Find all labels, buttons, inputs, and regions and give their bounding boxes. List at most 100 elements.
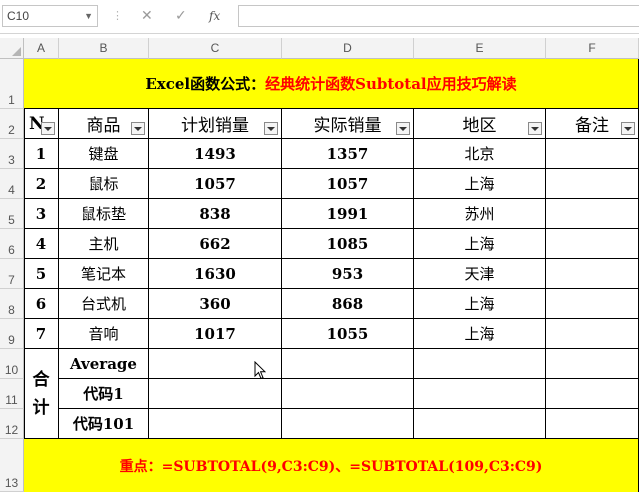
column-header-f[interactable]: F bbox=[546, 38, 639, 59]
row-header-12[interactable]: 12 bbox=[0, 409, 24, 439]
header-region[interactable]: 地区 bbox=[414, 109, 546, 139]
cell-e3[interactable]: 北京 bbox=[414, 139, 546, 169]
cell-d7[interactable]: 953 bbox=[282, 259, 414, 289]
cell-f6[interactable] bbox=[546, 229, 639, 259]
row-header-5[interactable]: 5 bbox=[0, 199, 24, 229]
cell-e7[interactable]: 天津 bbox=[414, 259, 546, 289]
cell-e11[interactable] bbox=[414, 379, 546, 409]
cell-f5[interactable] bbox=[546, 199, 639, 229]
cell-d11[interactable] bbox=[282, 379, 414, 409]
cell-f7[interactable] bbox=[546, 259, 639, 289]
cell-a8[interactable]: 6 bbox=[24, 289, 59, 319]
cell-b11[interactable]: 代码1 bbox=[59, 379, 149, 409]
cell-e12[interactable] bbox=[414, 409, 546, 439]
title-cell[interactable]: Excel函数公式：经典统计函数Subtotal应用技巧解读 bbox=[24, 59, 639, 109]
cell-c6[interactable]: 662 bbox=[149, 229, 282, 259]
header-notes[interactable]: 备注 bbox=[546, 109, 639, 139]
cell-f3[interactable] bbox=[546, 139, 639, 169]
row-header-10[interactable]: 10 bbox=[0, 349, 24, 379]
row-header-4[interactable]: 4 bbox=[0, 169, 24, 199]
formula-input[interactable] bbox=[238, 5, 639, 27]
header-product[interactable]: 商品 bbox=[59, 109, 149, 139]
note-cell[interactable]: 重点：=SUBTOTAL(9,C3:C9)、=SUBTOTAL(109,C3:C… bbox=[24, 439, 639, 492]
cell-a6[interactable]: 4 bbox=[24, 229, 59, 259]
insert-function-icon[interactable]: fx bbox=[209, 7, 220, 25]
cell-b12[interactable]: 代码101 bbox=[59, 409, 149, 439]
row-header-6[interactable]: 6 bbox=[0, 229, 24, 259]
cell-c3[interactable]: 1493 bbox=[149, 139, 282, 169]
filter-dropdown-icon[interactable] bbox=[396, 122, 410, 135]
cell-b8[interactable]: 台式机 bbox=[59, 289, 149, 319]
cell-b5[interactable]: 鼠标垫 bbox=[59, 199, 149, 229]
cell-a4[interactable]: 2 bbox=[24, 169, 59, 199]
filter-dropdown-icon[interactable] bbox=[131, 122, 145, 135]
cell-c11[interactable] bbox=[149, 379, 282, 409]
cell-f12[interactable] bbox=[546, 409, 639, 439]
column-header-b[interactable]: B bbox=[59, 38, 149, 59]
cancel-icon[interactable]: ✕ bbox=[141, 7, 153, 25]
enter-icon[interactable]: ✓ bbox=[175, 7, 187, 25]
row-header-9[interactable]: 9 bbox=[0, 319, 24, 349]
row-header-13[interactable]: 13 bbox=[0, 439, 24, 492]
cell-e10[interactable] bbox=[414, 349, 546, 379]
cell-b3[interactable]: 键盘 bbox=[59, 139, 149, 169]
row-header-7[interactable]: 7 bbox=[0, 259, 24, 289]
filter-dropdown-icon[interactable] bbox=[264, 122, 278, 135]
cell-d12[interactable] bbox=[282, 409, 414, 439]
cell-d8[interactable]: 868 bbox=[282, 289, 414, 319]
cell-c9[interactable]: 1017 bbox=[149, 319, 282, 349]
header-n[interactable]: N bbox=[24, 109, 59, 139]
header-actual[interactable]: 实际销量 bbox=[282, 109, 414, 139]
cell-e6[interactable]: 上海 bbox=[414, 229, 546, 259]
cell-b9[interactable]: 音响 bbox=[59, 319, 149, 349]
cell-f8[interactable] bbox=[546, 289, 639, 319]
cell-f11[interactable] bbox=[546, 379, 639, 409]
column-header-d[interactable]: D bbox=[282, 38, 414, 59]
cell-b6[interactable]: 主机 bbox=[59, 229, 149, 259]
row-header-8[interactable]: 8 bbox=[0, 289, 24, 319]
cell-e9[interactable]: 上海 bbox=[414, 319, 546, 349]
cell-c7[interactable]: 1630 bbox=[149, 259, 282, 289]
cell-c12[interactable] bbox=[149, 409, 282, 439]
header-planned[interactable]: 计划销量 bbox=[149, 109, 282, 139]
cell-a9[interactable]: 7 bbox=[24, 319, 59, 349]
cell-f10[interactable] bbox=[546, 349, 639, 379]
cell-d10[interactable] bbox=[282, 349, 414, 379]
chevron-down-icon[interactable]: ▼ bbox=[84, 6, 93, 26]
column-header-a[interactable]: A bbox=[24, 38, 59, 59]
cell-b10[interactable]: Average bbox=[59, 349, 149, 379]
cell-d3[interactable]: 1357 bbox=[282, 139, 414, 169]
column-header-e[interactable]: E bbox=[414, 38, 546, 59]
chevron-down-icon bbox=[267, 126, 275, 131]
row-header-1[interactable]: 1 bbox=[0, 59, 24, 109]
more-options-icon[interactable]: ⋮ bbox=[112, 7, 123, 25]
filter-dropdown-icon[interactable] bbox=[621, 122, 635, 135]
cell-e4[interactable]: 上海 bbox=[414, 169, 546, 199]
cell-d4[interactable]: 1057 bbox=[282, 169, 414, 199]
cell-e5[interactable]: 苏州 bbox=[414, 199, 546, 229]
row-header-11[interactable]: 11 bbox=[0, 379, 24, 409]
cell-d5[interactable]: 1991 bbox=[282, 199, 414, 229]
cell-c4[interactable]: 1057 bbox=[149, 169, 282, 199]
row-header-2[interactable]: 2 bbox=[0, 109, 24, 139]
cell-a5[interactable]: 3 bbox=[24, 199, 59, 229]
cell-d9[interactable]: 1055 bbox=[282, 319, 414, 349]
column-header-c[interactable]: C bbox=[149, 38, 282, 59]
total-label-cell[interactable]: 合 计 bbox=[24, 349, 59, 439]
filter-dropdown-icon[interactable] bbox=[528, 122, 542, 135]
cell-d6[interactable]: 1085 bbox=[282, 229, 414, 259]
cell-b7[interactable]: 笔记本 bbox=[59, 259, 149, 289]
chevron-down-icon bbox=[134, 126, 142, 131]
row-header-3[interactable]: 3 bbox=[0, 139, 24, 169]
cell-a7[interactable]: 5 bbox=[24, 259, 59, 289]
name-box[interactable]: C10 ▼ bbox=[2, 5, 98, 27]
cell-b4[interactable]: 鼠标 bbox=[59, 169, 149, 199]
cell-f9[interactable] bbox=[546, 319, 639, 349]
select-all-corner[interactable] bbox=[0, 38, 24, 59]
cell-e8[interactable]: 上海 bbox=[414, 289, 546, 319]
cell-c5[interactable]: 838 bbox=[149, 199, 282, 229]
filter-dropdown-icon[interactable] bbox=[41, 122, 55, 135]
cell-f4[interactable] bbox=[546, 169, 639, 199]
cell-c8[interactable]: 360 bbox=[149, 289, 282, 319]
cell-a3[interactable]: 1 bbox=[24, 139, 59, 169]
